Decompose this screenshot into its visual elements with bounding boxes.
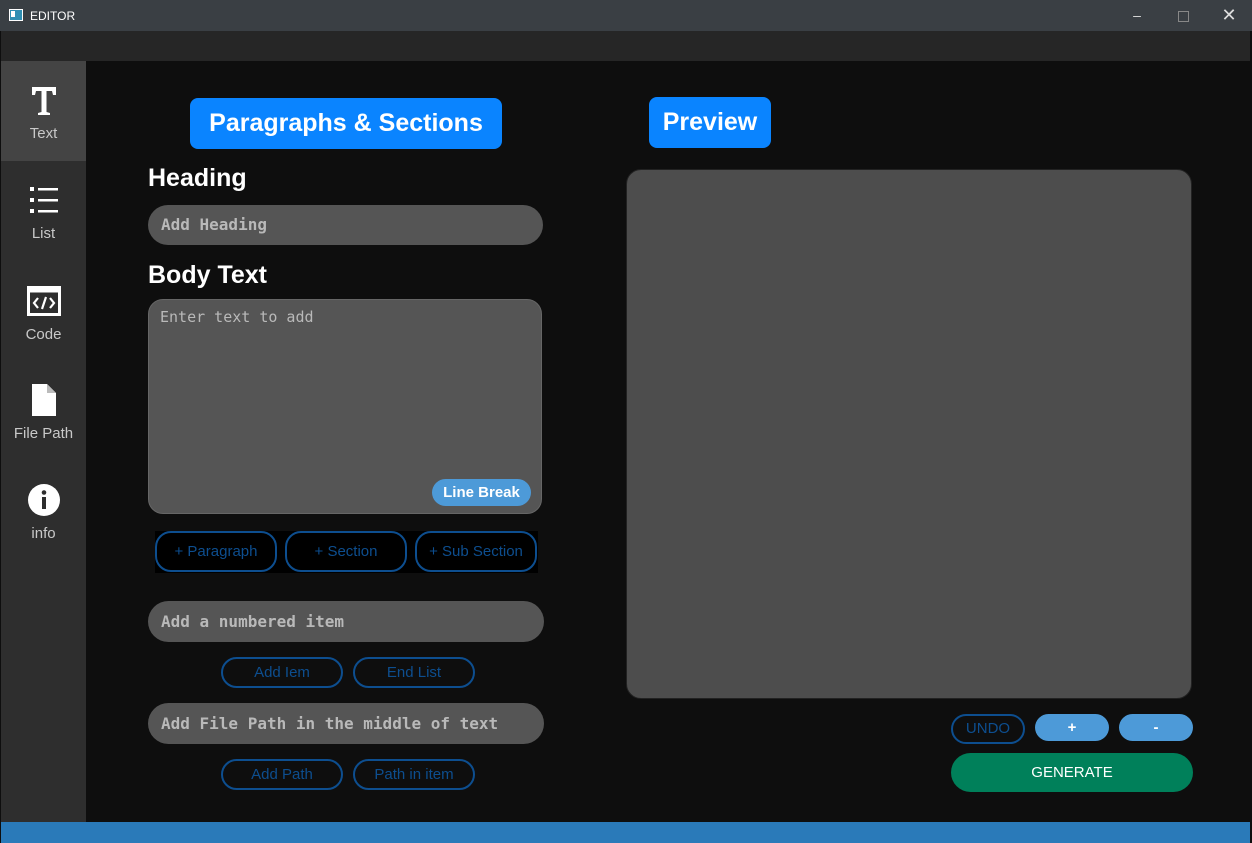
add-section-button[interactable]: + Section [285,531,407,572]
numbered-item-input[interactable]: Add a numbered item [148,601,544,642]
add-path-button[interactable]: Add Path [221,759,343,790]
add-item-button[interactable]: Add Iem [221,657,343,688]
menu-bar [1,31,1250,61]
sidebar-item-info[interactable]: info [1,461,86,561]
close-button[interactable]: ✕ [1206,0,1252,31]
end-list-button[interactable]: End List [353,657,475,688]
sidebar-item-text[interactable]: Text [1,61,86,161]
window-title: EDITOR [30,9,76,23]
app-icon [9,9,23,21]
generate-button[interactable]: GENERATE [951,753,1193,792]
sidebar-item-label: File Path [13,425,74,442]
sidebar-item-label: Code [25,326,62,343]
sidebar-item-list[interactable]: List [1,161,86,261]
text-icon [32,87,56,115]
zoom-in-button[interactable]: + [1035,714,1109,741]
zoom-out-button[interactable]: - [1119,714,1193,741]
file-path-input[interactable]: Add File Path in the middle of text [148,703,544,744]
undo-button[interactable]: UNDO [951,714,1025,744]
section-title: Paragraphs & Sections [190,98,502,149]
title-bar: EDITOR – ✕ [0,0,1252,31]
body-text-placeholder: Enter text to add [160,308,314,326]
file-icon [32,384,56,416]
sidebar: Text List Code File Path info [1,61,86,822]
sidebar-item-file-path[interactable]: File Path [1,361,86,461]
line-break-button[interactable]: Line Break [432,479,531,506]
info-icon [28,484,60,516]
path-in-item-button[interactable]: Path in item [353,759,475,790]
code-icon [27,286,61,316]
heading-input[interactable]: Add Heading [148,205,543,245]
minimize-button[interactable]: – [1114,0,1160,31]
sidebar-item-label: info [31,525,56,542]
preview-title: Preview [649,97,771,148]
add-subsection-button[interactable]: + Sub Section [415,531,537,572]
sidebar-item-label: List [31,225,56,242]
status-bar [1,822,1250,843]
heading-label: Heading [148,164,247,192]
add-paragraph-button[interactable]: + Paragraph [155,531,277,572]
body-text-label: Body Text [148,261,267,289]
maximize-button[interactable] [1160,0,1206,31]
list-icon [30,187,58,213]
sidebar-item-code[interactable]: Code [1,261,86,361]
preview-panel [626,169,1192,699]
sidebar-item-label: Text [29,125,58,142]
